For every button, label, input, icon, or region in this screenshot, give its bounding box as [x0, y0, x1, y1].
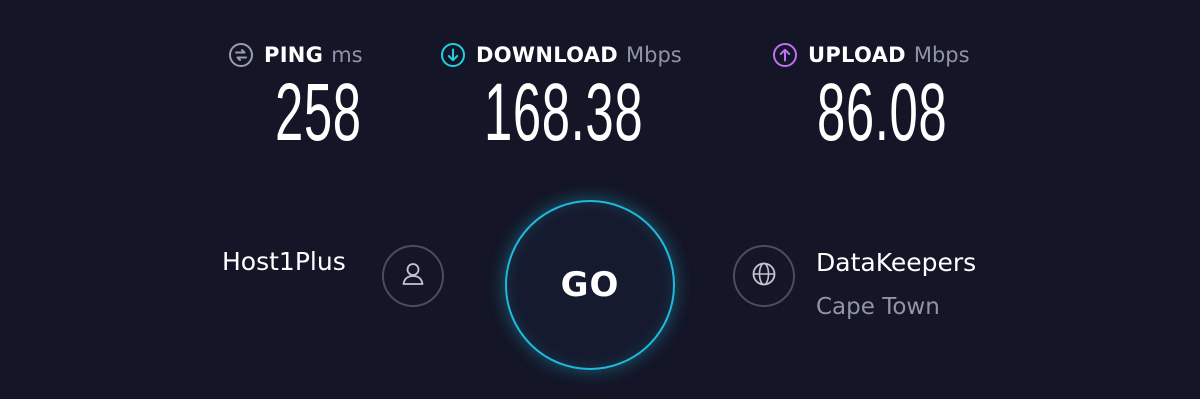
upload-header: UPLOAD Mbps [772, 40, 970, 70]
upload-value: 86.08 [817, 67, 948, 158]
ping-metric: PING ms 258 [228, 40, 363, 154]
upload-arrow-icon [772, 42, 798, 68]
isp-name: Host1Plus [222, 247, 346, 276]
user-icon [398, 259, 428, 293]
ping-icon [228, 42, 254, 68]
go-button[interactable]: GO [505, 200, 675, 370]
upload-metric: UPLOAD Mbps 86.08 [772, 40, 970, 154]
speedtest-panel: PING ms 258 DOWNLOAD Mbps 168.38 UPLOAD … [0, 0, 1200, 399]
download-header: DOWNLOAD Mbps [440, 40, 682, 70]
download-value: 168.38 [484, 67, 644, 158]
download-arrow-icon [440, 42, 466, 68]
upload-label: UPLOAD [808, 43, 906, 67]
go-label: GO [560, 265, 620, 305]
download-label: DOWNLOAD [476, 43, 619, 67]
download-metric: DOWNLOAD Mbps 168.38 [440, 40, 682, 154]
server-location: Cape Town [816, 294, 940, 320]
download-unit: Mbps [626, 43, 682, 67]
globe-icon [749, 259, 779, 293]
ping-unit: ms [331, 43, 363, 67]
upload-unit: Mbps [913, 43, 970, 67]
ping-header: PING ms [228, 40, 363, 70]
isp-user-button[interactable] [382, 245, 444, 307]
ping-value: 258 [275, 67, 362, 158]
server-globe-button[interactable] [733, 245, 795, 307]
ping-label: PING [264, 43, 324, 67]
server-name[interactable]: DataKeepers [816, 248, 976, 277]
